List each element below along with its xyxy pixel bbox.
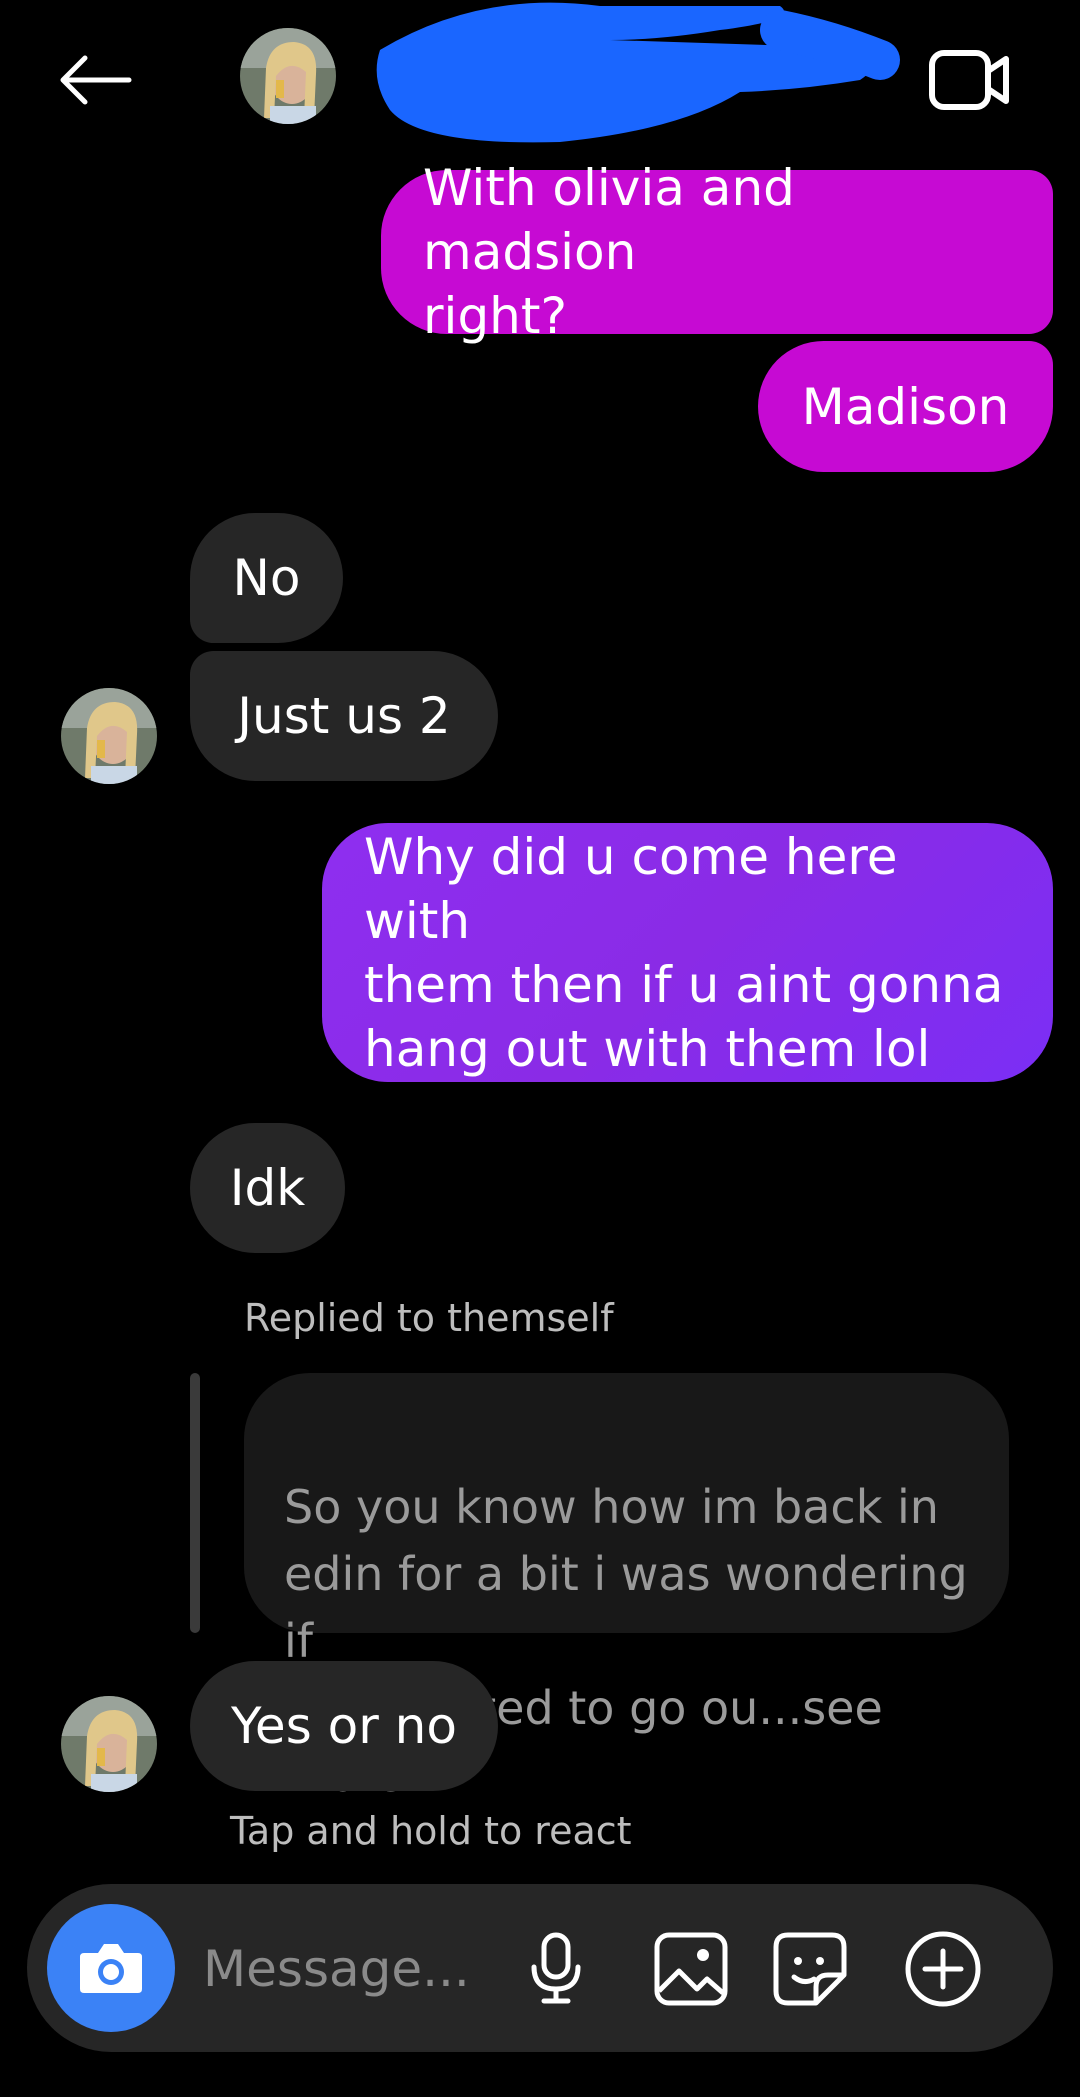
profile-photo-icon [240, 28, 336, 124]
header-avatar[interactable] [240, 28, 336, 124]
sticker-button[interactable] [765, 1924, 855, 2014]
message-text: Idk [229, 1159, 306, 1217]
message-text: Why did u come here with them then if u … [364, 827, 1004, 1078]
microphone-icon [531, 1932, 581, 2004]
video-camera-icon [929, 50, 1009, 110]
react-hint: Tap and hold to react [230, 1809, 632, 1853]
received-message-bubble[interactable]: No [190, 513, 343, 643]
camera-button[interactable] [47, 1904, 175, 2032]
message-text: No [232, 549, 301, 607]
more-options-button[interactable] [898, 1924, 988, 2014]
sent-message-bubble[interactable]: Madison [758, 341, 1053, 472]
reply-context-label: Replied to themself [244, 1296, 614, 1340]
gallery-button[interactable] [646, 1924, 736, 2014]
reply-quote-bar [190, 1373, 200, 1633]
message-text: Just us 2 [237, 687, 451, 745]
profile-photo-icon [61, 1696, 157, 1792]
sender-avatar[interactable] [61, 1696, 157, 1792]
message-input[interactable] [203, 1934, 533, 2004]
sender-avatar[interactable] [61, 688, 157, 784]
video-call-button[interactable] [925, 40, 1015, 120]
back-button[interactable] [50, 40, 140, 120]
sent-message-bubble[interactable]: With olivia and madsion right? [381, 159, 1053, 345]
message-composer [27, 1884, 1053, 2052]
message-text: Yes or no [231, 1697, 457, 1755]
redacted-name [360, 0, 900, 150]
arrow-left-icon [60, 55, 132, 105]
message-text: Madison [801, 377, 1010, 436]
quoted-message-bubble[interactable]: So you know how im back in edin for a bi… [244, 1373, 1009, 1802]
redaction-scribble [376, 2, 900, 143]
sticker-icon [773, 1932, 847, 2006]
image-icon [654, 1932, 728, 2006]
message-text: With olivia and madsion right? [423, 159, 795, 345]
camera-icon [80, 1944, 142, 1993]
chat-header [0, 0, 1080, 160]
profile-photo-icon [61, 688, 157, 784]
received-message-bubble[interactable]: Yes or no [190, 1661, 498, 1791]
plus-circle-icon [905, 1931, 981, 2007]
received-message-bubble[interactable]: Just us 2 [190, 651, 498, 781]
sent-message-bubble[interactable]: Why did u come here with them then if u … [322, 823, 1053, 1082]
voice-message-button[interactable] [511, 1924, 601, 2014]
received-message-bubble[interactable]: Idk [190, 1123, 345, 1253]
